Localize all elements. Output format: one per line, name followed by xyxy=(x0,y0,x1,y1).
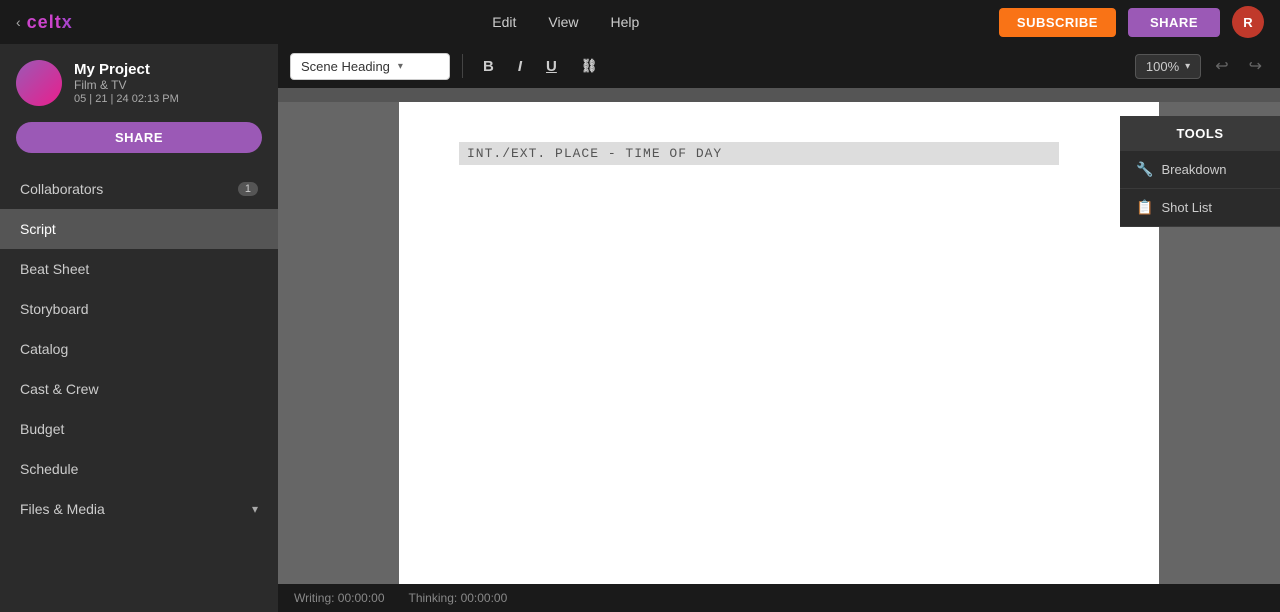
undo-button[interactable]: ↩ xyxy=(1209,52,1234,80)
sidebar-item-collaborators[interactable]: Collaborators 1 xyxy=(0,169,278,209)
catalog-label: Catalog xyxy=(20,341,68,357)
sidebar: My Project Film & TV 05 | 21 | 24 02:13 … xyxy=(0,44,278,612)
subscribe-button[interactable]: SUBSCRIBE xyxy=(999,8,1116,37)
top-nav: ‹ celtx Edit View Help SUBSCRIBE SHARE R xyxy=(0,0,1280,44)
schedule-label: Schedule xyxy=(20,461,78,477)
scene-heading-value: Scene Heading xyxy=(301,59,390,74)
collaborators-label: Collaborators xyxy=(20,181,103,197)
bold-button[interactable]: B xyxy=(475,54,502,79)
scene-heading-dropdown[interactable]: Scene Heading ▾ xyxy=(290,53,450,80)
project-date: 05 | 21 | 24 02:13 PM xyxy=(74,93,179,105)
sidebar-item-catalog[interactable]: Catalog xyxy=(0,329,278,369)
italic-button[interactable]: I xyxy=(510,54,530,79)
user-avatar[interactable]: R xyxy=(1232,6,1264,38)
editor-paper-container[interactable]: INT./EXT. PLACE - TIME OF DAY TOOLS 🔧 Br… xyxy=(278,102,1280,584)
sidebar-item-beat-sheet[interactable]: Beat Sheet xyxy=(0,249,278,289)
sidebar-item-script[interactable]: Script xyxy=(0,209,278,249)
budget-label: Budget xyxy=(20,421,64,437)
files-media-label: Files & Media xyxy=(20,501,105,517)
beat-sheet-label: Beat Sheet xyxy=(20,261,89,277)
logo-area[interactable]: ‹ celtx xyxy=(16,12,73,33)
zoom-value: 100% xyxy=(1146,59,1179,74)
link-button[interactable]: ⛓ xyxy=(573,54,606,78)
project-avatar xyxy=(16,60,62,106)
sidebar-item-storyboard[interactable]: Storyboard xyxy=(0,289,278,329)
script-label: Script xyxy=(20,221,56,237)
zoom-arrow-icon: ▾ xyxy=(1185,61,1190,72)
editor-area: INT./EXT. PLACE - TIME OF DAY TOOLS 🔧 Br… xyxy=(278,88,1280,584)
share-sidebar-button[interactable]: SHARE xyxy=(16,122,262,153)
editor-toolbar: Scene Heading ▾ B I U ⛓ 100% ▾ ↩ ↪ xyxy=(278,44,1280,88)
project-header: My Project Film & TV 05 | 21 | 24 02:13 … xyxy=(0,44,278,118)
scene-heading-content[interactable]: INT./EXT. PLACE - TIME OF DAY xyxy=(459,142,1059,165)
main-layout: My Project Film & TV 05 | 21 | 24 02:13 … xyxy=(0,44,1280,612)
sidebar-item-budget[interactable]: Budget xyxy=(0,409,278,449)
nav-right: SUBSCRIBE SHARE R xyxy=(999,6,1264,38)
breakdown-label: Breakdown xyxy=(1161,162,1226,177)
tool-shot-list[interactable]: 📋 Shot List xyxy=(1120,189,1280,227)
nav-view[interactable]: View xyxy=(548,14,578,30)
project-info: My Project Film & TV 05 | 21 | 24 02:13 … xyxy=(74,61,179,105)
project-name: My Project xyxy=(74,61,179,78)
share-top-button[interactable]: SHARE xyxy=(1128,8,1220,37)
thinking-status: Thinking: 00:00:00 xyxy=(409,591,508,605)
storyboard-label: Storyboard xyxy=(20,301,88,317)
breakdown-icon: 🔧 xyxy=(1136,161,1153,178)
zoom-control[interactable]: 100% ▾ xyxy=(1135,54,1201,79)
cast-crew-label: Cast & Crew xyxy=(20,381,99,397)
project-type: Film & TV xyxy=(74,78,179,92)
content-area: Scene Heading ▾ B I U ⛓ 100% ▾ ↩ ↪ INT./… xyxy=(278,44,1280,612)
nav-help[interactable]: Help xyxy=(611,14,640,30)
collaborators-badge: 1 xyxy=(238,182,258,196)
nav-edit[interactable]: Edit xyxy=(492,14,516,30)
tools-panel-title: TOOLS xyxy=(1120,116,1280,151)
redo-button[interactable]: ↪ xyxy=(1243,52,1268,80)
back-arrow-icon[interactable]: ‹ xyxy=(16,14,21,30)
editor-paper[interactable]: INT./EXT. PLACE - TIME OF DAY xyxy=(399,102,1159,584)
dropdown-arrow-icon: ▾ xyxy=(398,61,403,72)
nav-menu: Edit View Help xyxy=(133,14,999,30)
writing-status: Writing: 00:00:00 xyxy=(294,591,385,605)
shot-list-icon: 📋 xyxy=(1136,199,1153,216)
status-bar: Writing: 00:00:00 Thinking: 00:00:00 xyxy=(278,584,1280,612)
underline-button[interactable]: U xyxy=(538,54,565,79)
sidebar-item-schedule[interactable]: Schedule xyxy=(0,449,278,489)
chevron-down-icon: ▾ xyxy=(252,502,258,516)
tools-panel: TOOLS 🔧 Breakdown 📋 Shot List xyxy=(1120,116,1280,227)
sidebar-item-files-media[interactable]: Files & Media ▾ xyxy=(0,489,278,529)
toolbar-divider xyxy=(462,54,463,78)
shot-list-label: Shot List xyxy=(1161,200,1212,215)
editor-top-bar xyxy=(278,88,1280,102)
sidebar-nav: Collaborators 1 Script Beat Sheet Storyb… xyxy=(0,169,278,529)
app-logo: celtx xyxy=(27,12,73,33)
tool-breakdown[interactable]: 🔧 Breakdown xyxy=(1120,151,1280,189)
sidebar-item-cast-crew[interactable]: Cast & Crew xyxy=(0,369,278,409)
